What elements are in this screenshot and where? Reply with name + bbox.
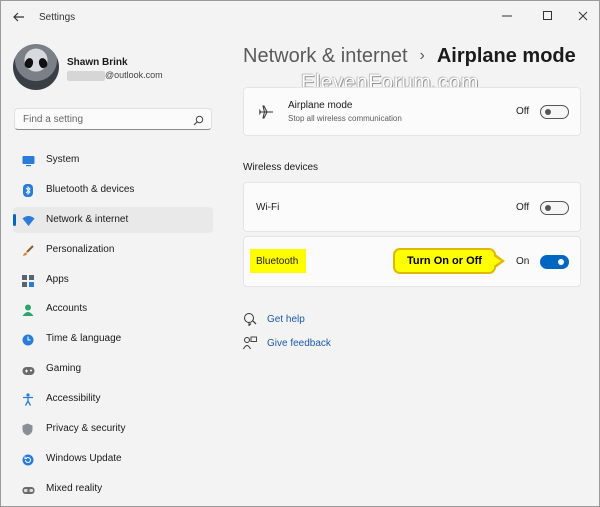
sidebar-item-accessibility[interactable]: Accessibility (13, 386, 213, 412)
bluetooth-label: Bluetooth (256, 256, 299, 267)
get-help-link[interactable]: Get help (267, 314, 305, 325)
help-icon (243, 312, 257, 327)
wifi-label: Wi-Fi (256, 202, 280, 213)
close-button[interactable] (569, 6, 597, 28)
airplane-mode-title: Airplane mode (288, 100, 353, 111)
sidebar-item-label: Gaming (46, 363, 82, 375)
airplane-mode-state: Off (516, 106, 530, 117)
accessibility-icon (22, 393, 34, 406)
monitor-icon (22, 154, 35, 167)
section-title-wireless: Wireless devices (243, 162, 319, 173)
sidebar-item-label: Time & language (46, 333, 122, 345)
sidebar-item-personalization[interactable]: Personalization (13, 237, 213, 263)
sidebar-item-bluetooth-devices[interactable]: Bluetooth & devices (13, 177, 213, 203)
search-placeholder: Find a setting (23, 114, 84, 125)
chevron-right-icon: › (419, 47, 425, 64)
email-redaction (67, 71, 105, 81)
bluetooth-icon (22, 183, 34, 197)
toggle-knob (558, 259, 564, 265)
sidebar-item-label: Privacy & security (46, 423, 126, 435)
sidebar-item-label: Bluetooth & devices (46, 183, 135, 195)
breadcrumb-parent[interactable]: Network & internet (243, 45, 408, 67)
wifi-state: Off (516, 202, 530, 213)
sidebar-item-gaming[interactable]: Gaming (13, 356, 213, 382)
minimize-button[interactable] (493, 6, 521, 28)
sidebar-nav: System Bluetooth & devices Network & int… (13, 147, 213, 506)
wifi-icon (22, 214, 35, 226)
sidebar-item-mixed-reality[interactable]: Mixed reality (13, 476, 213, 502)
search-input[interactable]: Find a setting (14, 108, 212, 130)
sidebar-item-label: System (46, 154, 80, 165)
sidebar-item-accounts[interactable]: Accounts (13, 296, 213, 322)
sidebar-item-system[interactable]: System (13, 147, 213, 173)
wifi-card: Wi-Fi Off (243, 182, 581, 232)
maximize-button[interactable] (534, 6, 562, 28)
toggle-knob (545, 109, 551, 115)
give-feedback-link[interactable]: Give feedback (267, 338, 331, 349)
sidebar-item-label: Apps (46, 273, 69, 285)
sidebar-item-label: Windows Update (46, 452, 122, 464)
breadcrumb: Network & internet › Airplane mode (243, 45, 576, 68)
title-bar: Settings (1, 1, 599, 35)
person-icon (22, 303, 34, 317)
sidebar-item-network-internet[interactable]: Network & internet (13, 206, 213, 233)
sidebar-item-windows-update[interactable]: Windows Update (13, 446, 213, 472)
sidebar-item-label: Accessibility (46, 393, 101, 405)
brush-icon (22, 244, 34, 256)
app-title: Settings (39, 12, 76, 23)
avatar[interactable] (13, 44, 59, 90)
sidebar-item-privacy-security[interactable]: Privacy & security (13, 416, 213, 442)
globe-clock-icon (22, 333, 34, 346)
gamepad-icon (22, 363, 35, 376)
selection-indicator (13, 213, 16, 226)
shield-icon (22, 423, 34, 436)
bluetooth-toggle[interactable] (540, 255, 569, 269)
sidebar-item-label: Personalization (46, 243, 115, 255)
callout-text: Turn On or Off (407, 255, 482, 267)
sidebar-item-label: Network & internet (46, 213, 129, 225)
airplane-mode-card: Airplane mode Stop all wireless communic… (243, 87, 581, 136)
page-title: Airplane mode (436, 45, 576, 67)
user-email: @outlook.com (105, 70, 163, 80)
wifi-toggle[interactable] (540, 201, 569, 215)
toggle-knob (545, 205, 551, 211)
search-icon[interactable] (193, 113, 204, 126)
feedback-icon (243, 336, 257, 350)
sidebar-item-apps[interactable]: Apps (13, 267, 213, 293)
callout-arrow-fill (492, 255, 501, 267)
settings-window: Settings Shawn Brink @outlook.com Find a… (0, 0, 600, 507)
callout-box: Turn On or Off (393, 248, 496, 274)
headset-icon (22, 483, 35, 495)
user-name: Shawn Brink (67, 57, 128, 68)
airplane-icon (258, 104, 274, 120)
sidebar-item-label: Mixed reality (46, 482, 103, 494)
airplane-mode-toggle[interactable] (540, 105, 569, 119)
sidebar-item-label: Accounts (46, 303, 88, 315)
bluetooth-state: On (516, 256, 530, 267)
update-icon (22, 453, 34, 466)
sidebar-item-time-language[interactable]: Time & language (13, 326, 213, 352)
airplane-mode-subtitle: Stop all wireless communication (288, 114, 402, 123)
back-arrow-icon[interactable] (11, 10, 27, 26)
apps-icon (22, 274, 34, 287)
